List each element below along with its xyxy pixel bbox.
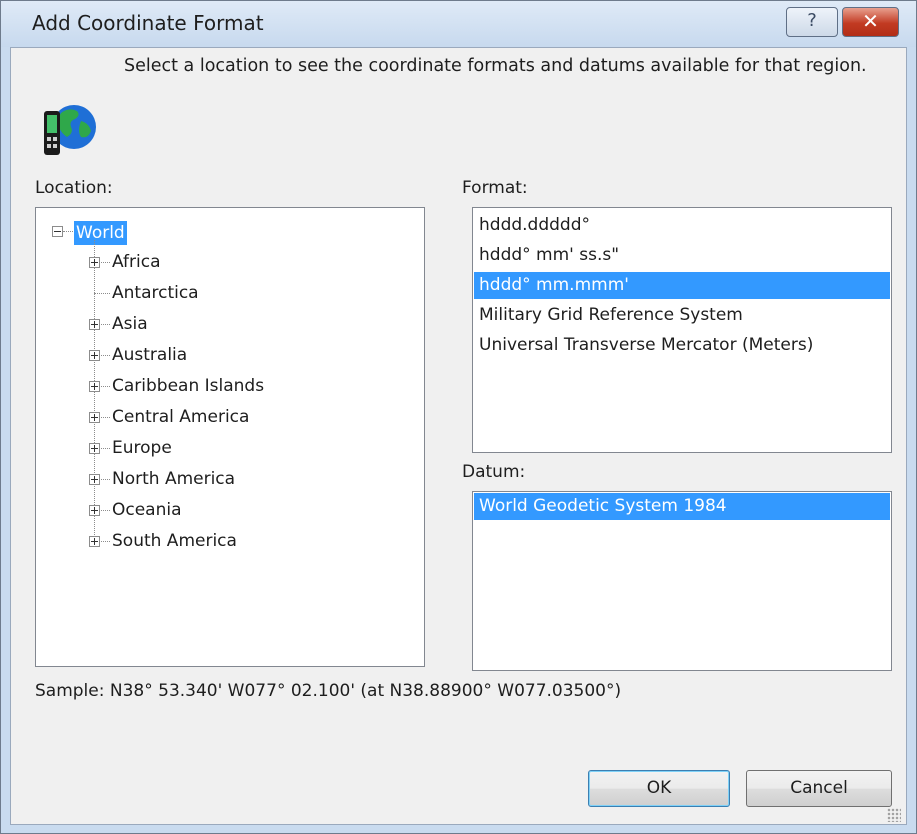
- format-list-item[interactable]: hddd° mm' ss.s": [474, 242, 890, 269]
- tree-node-caribbean-islands[interactable]: Caribbean Islands: [36, 373, 424, 399]
- datum-list-item[interactable]: World Geodetic System 1984: [474, 493, 890, 520]
- tree-node-label: Central America: [112, 407, 250, 427]
- expand-icon[interactable]: [89, 443, 100, 454]
- window-title: Add Coordinate Format: [32, 11, 264, 35]
- globe-device-icon: [44, 105, 96, 155]
- help-icon: ?: [807, 10, 817, 31]
- tree-node-label: Europe: [112, 438, 172, 458]
- format-list[interactable]: hddd.ddddd° hddd° mm' ss.s" hddd° mm.mmm' M…: [472, 207, 892, 453]
- format-list-item[interactable]: Universal Transverse Mercator (Meters): [474, 332, 890, 359]
- tree-node-australia[interactable]: Australia: [36, 342, 424, 368]
- tree-node-label: North America: [112, 469, 236, 489]
- expand-icon[interactable]: [89, 412, 100, 423]
- format-list-item[interactable]: hddd° mm.mmm': [474, 272, 890, 299]
- expand-icon[interactable]: [89, 474, 100, 485]
- expand-icon[interactable]: [89, 350, 100, 361]
- tree-connector: [63, 231, 73, 232]
- tree-node-south-america[interactable]: South America: [36, 528, 424, 554]
- format-list-item[interactable]: Military Grid Reference System: [474, 302, 890, 329]
- datum-list[interactable]: World Geodetic System 1984: [472, 491, 892, 671]
- description-text: Select a location to see the coordinate …: [124, 56, 867, 76]
- expand-icon[interactable]: [89, 536, 100, 547]
- tree-node-label: Antarctica: [112, 283, 199, 303]
- tree-node-label: Australia: [112, 345, 188, 365]
- format-label: Format:: [462, 178, 528, 198]
- tree-node-oceania[interactable]: Oceania: [36, 497, 424, 523]
- tree-node-antarctica[interactable]: Antarctica: [36, 280, 424, 306]
- expand-icon[interactable]: [89, 257, 100, 268]
- location-label: Location:: [35, 178, 113, 198]
- tree-node-label: Africa: [112, 252, 161, 272]
- tree-node-label: South America: [112, 531, 237, 551]
- sample-text: Sample: N38° 53.340' W077° 02.100' (at N…: [35, 681, 622, 701]
- tree-node-north-america[interactable]: North America: [36, 466, 424, 492]
- tree-node-label: Oceania: [112, 500, 182, 520]
- tree-node-label: World: [74, 221, 127, 245]
- ok-button[interactable]: OK: [588, 770, 730, 807]
- collapse-icon[interactable]: [52, 226, 63, 237]
- dialog-window: Add Coordinate Format ? ✕ Select a locat…: [0, 0, 917, 834]
- tree-node-africa[interactable]: Africa: [36, 249, 424, 275]
- expand-icon[interactable]: [89, 319, 100, 330]
- help-button[interactable]: ?: [786, 7, 838, 37]
- tree-node-europe[interactable]: Europe: [36, 435, 424, 461]
- close-button[interactable]: ✕: [842, 7, 899, 37]
- tree-node-label: Asia: [112, 314, 148, 334]
- expand-icon[interactable]: [89, 505, 100, 516]
- cancel-button[interactable]: Cancel: [746, 770, 892, 807]
- tree-connector: [94, 293, 110, 294]
- tree-node-central-america[interactable]: Central America: [36, 404, 424, 430]
- tree-node-asia[interactable]: Asia: [36, 311, 424, 337]
- tree-node-label: Caribbean Islands: [112, 376, 265, 396]
- resize-grip[interactable]: [887, 808, 901, 822]
- location-tree[interactable]: World Africa Antarctica Asia Australia Caribb…: [35, 207, 425, 667]
- format-list-item[interactable]: hddd.ddddd°: [474, 212, 890, 239]
- datum-label: Datum:: [462, 462, 526, 482]
- expand-icon[interactable]: [89, 381, 100, 392]
- title-bar[interactable]: Add Coordinate Format ? ✕: [1, 1, 916, 47]
- close-icon: ✕: [862, 9, 879, 33]
- dialog-body: Select a location to see the coordinate …: [10, 47, 907, 825]
